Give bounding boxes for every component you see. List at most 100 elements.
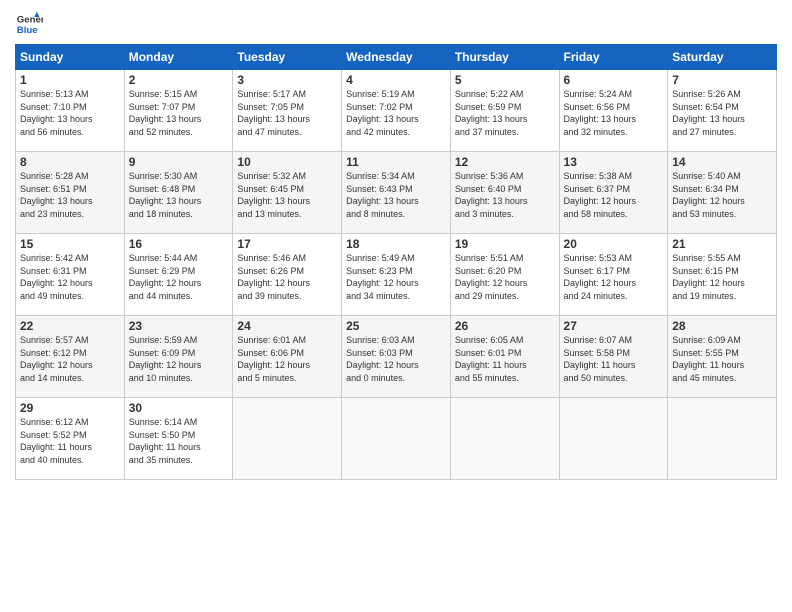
week-row-4: 22Sunrise: 5:57 AM Sunset: 6:12 PM Dayli… <box>16 316 777 398</box>
calendar-cell <box>342 398 451 480</box>
calendar-cell <box>668 398 777 480</box>
day-number: 16 <box>129 237 229 251</box>
cell-content: Sunrise: 6:12 AM Sunset: 5:52 PM Dayligh… <box>20 416 120 466</box>
calendar-cell: 4Sunrise: 5:19 AM Sunset: 7:02 PM Daylig… <box>342 70 451 152</box>
day-number: 15 <box>20 237 120 251</box>
day-number: 22 <box>20 319 120 333</box>
calendar-cell: 3Sunrise: 5:17 AM Sunset: 7:05 PM Daylig… <box>233 70 342 152</box>
calendar-cell: 22Sunrise: 5:57 AM Sunset: 6:12 PM Dayli… <box>16 316 125 398</box>
calendar-cell <box>559 398 668 480</box>
week-row-1: 1Sunrise: 5:13 AM Sunset: 7:10 PM Daylig… <box>16 70 777 152</box>
calendar-cell: 19Sunrise: 5:51 AM Sunset: 6:20 PM Dayli… <box>450 234 559 316</box>
cell-content: Sunrise: 5:13 AM Sunset: 7:10 PM Dayligh… <box>20 88 120 138</box>
calendar-cell <box>450 398 559 480</box>
calendar-cell: 11Sunrise: 5:34 AM Sunset: 6:43 PM Dayli… <box>342 152 451 234</box>
calendar-cell: 16Sunrise: 5:44 AM Sunset: 6:29 PM Dayli… <box>124 234 233 316</box>
cell-content: Sunrise: 5:19 AM Sunset: 7:02 PM Dayligh… <box>346 88 446 138</box>
day-number: 26 <box>455 319 555 333</box>
cell-content: Sunrise: 5:28 AM Sunset: 6:51 PM Dayligh… <box>20 170 120 220</box>
cell-content: Sunrise: 5:59 AM Sunset: 6:09 PM Dayligh… <box>129 334 229 384</box>
day-number: 18 <box>346 237 446 251</box>
day-number: 30 <box>129 401 229 415</box>
calendar-cell: 1Sunrise: 5:13 AM Sunset: 7:10 PM Daylig… <box>16 70 125 152</box>
calendar-cell: 8Sunrise: 5:28 AM Sunset: 6:51 PM Daylig… <box>16 152 125 234</box>
cell-content: Sunrise: 5:15 AM Sunset: 7:07 PM Dayligh… <box>129 88 229 138</box>
day-number: 2 <box>129 73 229 87</box>
calendar-cell: 18Sunrise: 5:49 AM Sunset: 6:23 PM Dayli… <box>342 234 451 316</box>
svg-text:Blue: Blue <box>17 25 38 36</box>
cell-content: Sunrise: 5:55 AM Sunset: 6:15 PM Dayligh… <box>672 252 772 302</box>
header-row-days: SundayMondayTuesdayWednesdayThursdayFrid… <box>16 45 777 70</box>
cell-content: Sunrise: 5:40 AM Sunset: 6:34 PM Dayligh… <box>672 170 772 220</box>
week-row-5: 29Sunrise: 6:12 AM Sunset: 5:52 PM Dayli… <box>16 398 777 480</box>
week-row-3: 15Sunrise: 5:42 AM Sunset: 6:31 PM Dayli… <box>16 234 777 316</box>
cell-content: Sunrise: 6:14 AM Sunset: 5:50 PM Dayligh… <box>129 416 229 466</box>
logo-icon: General Blue <box>15 10 43 38</box>
calendar-cell: 30Sunrise: 6:14 AM Sunset: 5:50 PM Dayli… <box>124 398 233 480</box>
calendar-cell: 25Sunrise: 6:03 AM Sunset: 6:03 PM Dayli… <box>342 316 451 398</box>
calendar-cell: 23Sunrise: 5:59 AM Sunset: 6:09 PM Dayli… <box>124 316 233 398</box>
cell-content: Sunrise: 5:42 AM Sunset: 6:31 PM Dayligh… <box>20 252 120 302</box>
col-header-thursday: Thursday <box>450 45 559 70</box>
cell-content: Sunrise: 5:34 AM Sunset: 6:43 PM Dayligh… <box>346 170 446 220</box>
cell-content: Sunrise: 5:26 AM Sunset: 6:54 PM Dayligh… <box>672 88 772 138</box>
calendar-container: General Blue SundayMondayTuesdayWednesda… <box>0 0 792 490</box>
cell-content: Sunrise: 5:22 AM Sunset: 6:59 PM Dayligh… <box>455 88 555 138</box>
day-number: 7 <box>672 73 772 87</box>
logo: General Blue <box>15 10 43 38</box>
cell-content: Sunrise: 5:24 AM Sunset: 6:56 PM Dayligh… <box>564 88 664 138</box>
calendar-cell: 10Sunrise: 5:32 AM Sunset: 6:45 PM Dayli… <box>233 152 342 234</box>
calendar-cell: 2Sunrise: 5:15 AM Sunset: 7:07 PM Daylig… <box>124 70 233 152</box>
calendar-cell: 17Sunrise: 5:46 AM Sunset: 6:26 PM Dayli… <box>233 234 342 316</box>
cell-content: Sunrise: 5:38 AM Sunset: 6:37 PM Dayligh… <box>564 170 664 220</box>
calendar-cell: 24Sunrise: 6:01 AM Sunset: 6:06 PM Dayli… <box>233 316 342 398</box>
week-row-2: 8Sunrise: 5:28 AM Sunset: 6:51 PM Daylig… <box>16 152 777 234</box>
day-number: 17 <box>237 237 337 251</box>
calendar-cell: 14Sunrise: 5:40 AM Sunset: 6:34 PM Dayli… <box>668 152 777 234</box>
cell-content: Sunrise: 5:30 AM Sunset: 6:48 PM Dayligh… <box>129 170 229 220</box>
day-number: 11 <box>346 155 446 169</box>
cell-content: Sunrise: 5:53 AM Sunset: 6:17 PM Dayligh… <box>564 252 664 302</box>
day-number: 28 <box>672 319 772 333</box>
cell-content: Sunrise: 5:51 AM Sunset: 6:20 PM Dayligh… <box>455 252 555 302</box>
cell-content: Sunrise: 5:36 AM Sunset: 6:40 PM Dayligh… <box>455 170 555 220</box>
cell-content: Sunrise: 6:09 AM Sunset: 5:55 PM Dayligh… <box>672 334 772 384</box>
calendar-cell: 26Sunrise: 6:05 AM Sunset: 6:01 PM Dayli… <box>450 316 559 398</box>
cell-content: Sunrise: 5:17 AM Sunset: 7:05 PM Dayligh… <box>237 88 337 138</box>
cell-content: Sunrise: 5:49 AM Sunset: 6:23 PM Dayligh… <box>346 252 446 302</box>
cell-content: Sunrise: 5:32 AM Sunset: 6:45 PM Dayligh… <box>237 170 337 220</box>
calendar-cell: 6Sunrise: 5:24 AM Sunset: 6:56 PM Daylig… <box>559 70 668 152</box>
day-number: 4 <box>346 73 446 87</box>
day-number: 27 <box>564 319 664 333</box>
cell-content: Sunrise: 6:01 AM Sunset: 6:06 PM Dayligh… <box>237 334 337 384</box>
col-header-monday: Monday <box>124 45 233 70</box>
col-header-sunday: Sunday <box>16 45 125 70</box>
calendar-cell: 27Sunrise: 6:07 AM Sunset: 5:58 PM Dayli… <box>559 316 668 398</box>
day-number: 24 <box>237 319 337 333</box>
cell-content: Sunrise: 6:05 AM Sunset: 6:01 PM Dayligh… <box>455 334 555 384</box>
cell-content: Sunrise: 5:44 AM Sunset: 6:29 PM Dayligh… <box>129 252 229 302</box>
calendar-cell: 12Sunrise: 5:36 AM Sunset: 6:40 PM Dayli… <box>450 152 559 234</box>
calendar-table: SundayMondayTuesdayWednesdayThursdayFrid… <box>15 44 777 480</box>
day-number: 19 <box>455 237 555 251</box>
calendar-cell: 20Sunrise: 5:53 AM Sunset: 6:17 PM Dayli… <box>559 234 668 316</box>
calendar-cell: 13Sunrise: 5:38 AM Sunset: 6:37 PM Dayli… <box>559 152 668 234</box>
day-number: 1 <box>20 73 120 87</box>
svg-text:General: General <box>17 14 43 25</box>
header-row: General Blue <box>15 10 777 38</box>
calendar-cell <box>233 398 342 480</box>
cell-content: Sunrise: 6:03 AM Sunset: 6:03 PM Dayligh… <box>346 334 446 384</box>
day-number: 20 <box>564 237 664 251</box>
cell-content: Sunrise: 5:57 AM Sunset: 6:12 PM Dayligh… <box>20 334 120 384</box>
day-number: 3 <box>237 73 337 87</box>
day-number: 14 <box>672 155 772 169</box>
day-number: 29 <box>20 401 120 415</box>
day-number: 6 <box>564 73 664 87</box>
calendar-cell: 9Sunrise: 5:30 AM Sunset: 6:48 PM Daylig… <box>124 152 233 234</box>
day-number: 23 <box>129 319 229 333</box>
calendar-cell: 28Sunrise: 6:09 AM Sunset: 5:55 PM Dayli… <box>668 316 777 398</box>
calendar-cell: 15Sunrise: 5:42 AM Sunset: 6:31 PM Dayli… <box>16 234 125 316</box>
day-number: 21 <box>672 237 772 251</box>
calendar-cell: 29Sunrise: 6:12 AM Sunset: 5:52 PM Dayli… <box>16 398 125 480</box>
col-header-saturday: Saturday <box>668 45 777 70</box>
